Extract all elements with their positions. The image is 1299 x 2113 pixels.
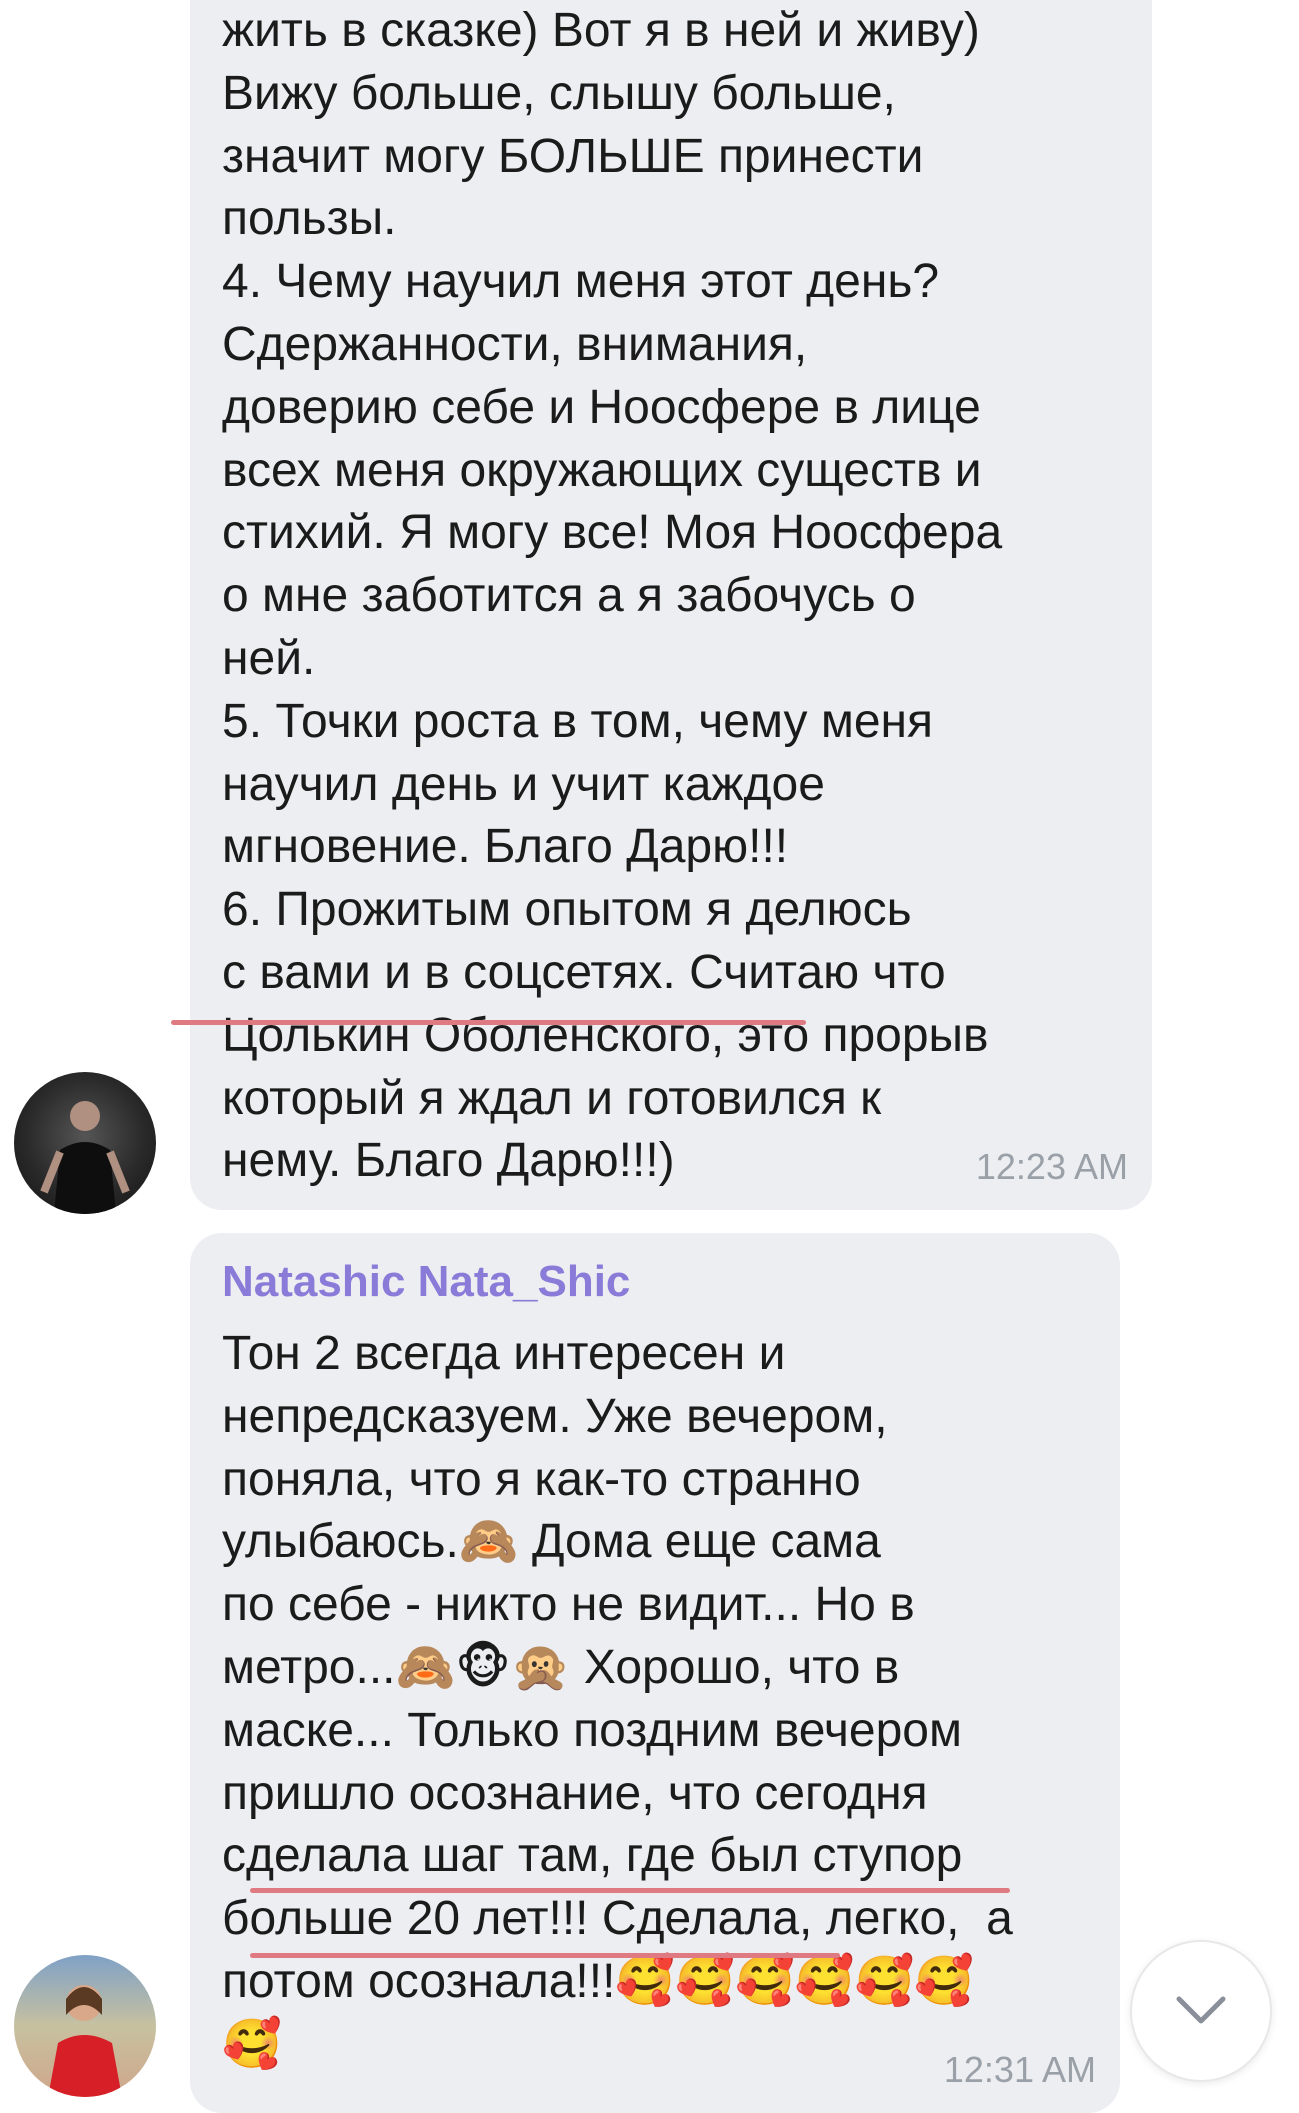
- chevron-down-icon: [1176, 1996, 1226, 2024]
- message-text-1: жить в сказке) Вот я в ней и живу) Вижу …: [222, 4, 1003, 1188]
- underline-highlight: [250, 1888, 1010, 1893]
- scroll-down-button[interactable]: [1130, 1940, 1272, 2082]
- message-text-2: Тон 2 всегда интересен и непредсказуем. …: [222, 1327, 1013, 2071]
- person-icon: [40, 1101, 130, 1214]
- message-time-2: 12:31 AM: [943, 2049, 1096, 2090]
- message-bubble-1[interactable]: жить в сказке) Вот я в ней и живу) Вижу …: [171, 0, 1152, 1210]
- underline-highlight: [171, 1020, 806, 1025]
- underline-highlight: [250, 1953, 840, 1958]
- message-bubble-2[interactable]: Natashic Nata_Shic Тон 2 всегда интересе…: [190, 1233, 1120, 2113]
- user-avatar-1[interactable]: [14, 1072, 156, 1214]
- message-time-1: 12:23 AM: [975, 1146, 1128, 1187]
- sender-name[interactable]: Natashic Nata_Shic: [222, 1257, 630, 1307]
- person-icon: [48, 1985, 122, 2097]
- user-avatar-2[interactable]: [14, 1955, 156, 2097]
